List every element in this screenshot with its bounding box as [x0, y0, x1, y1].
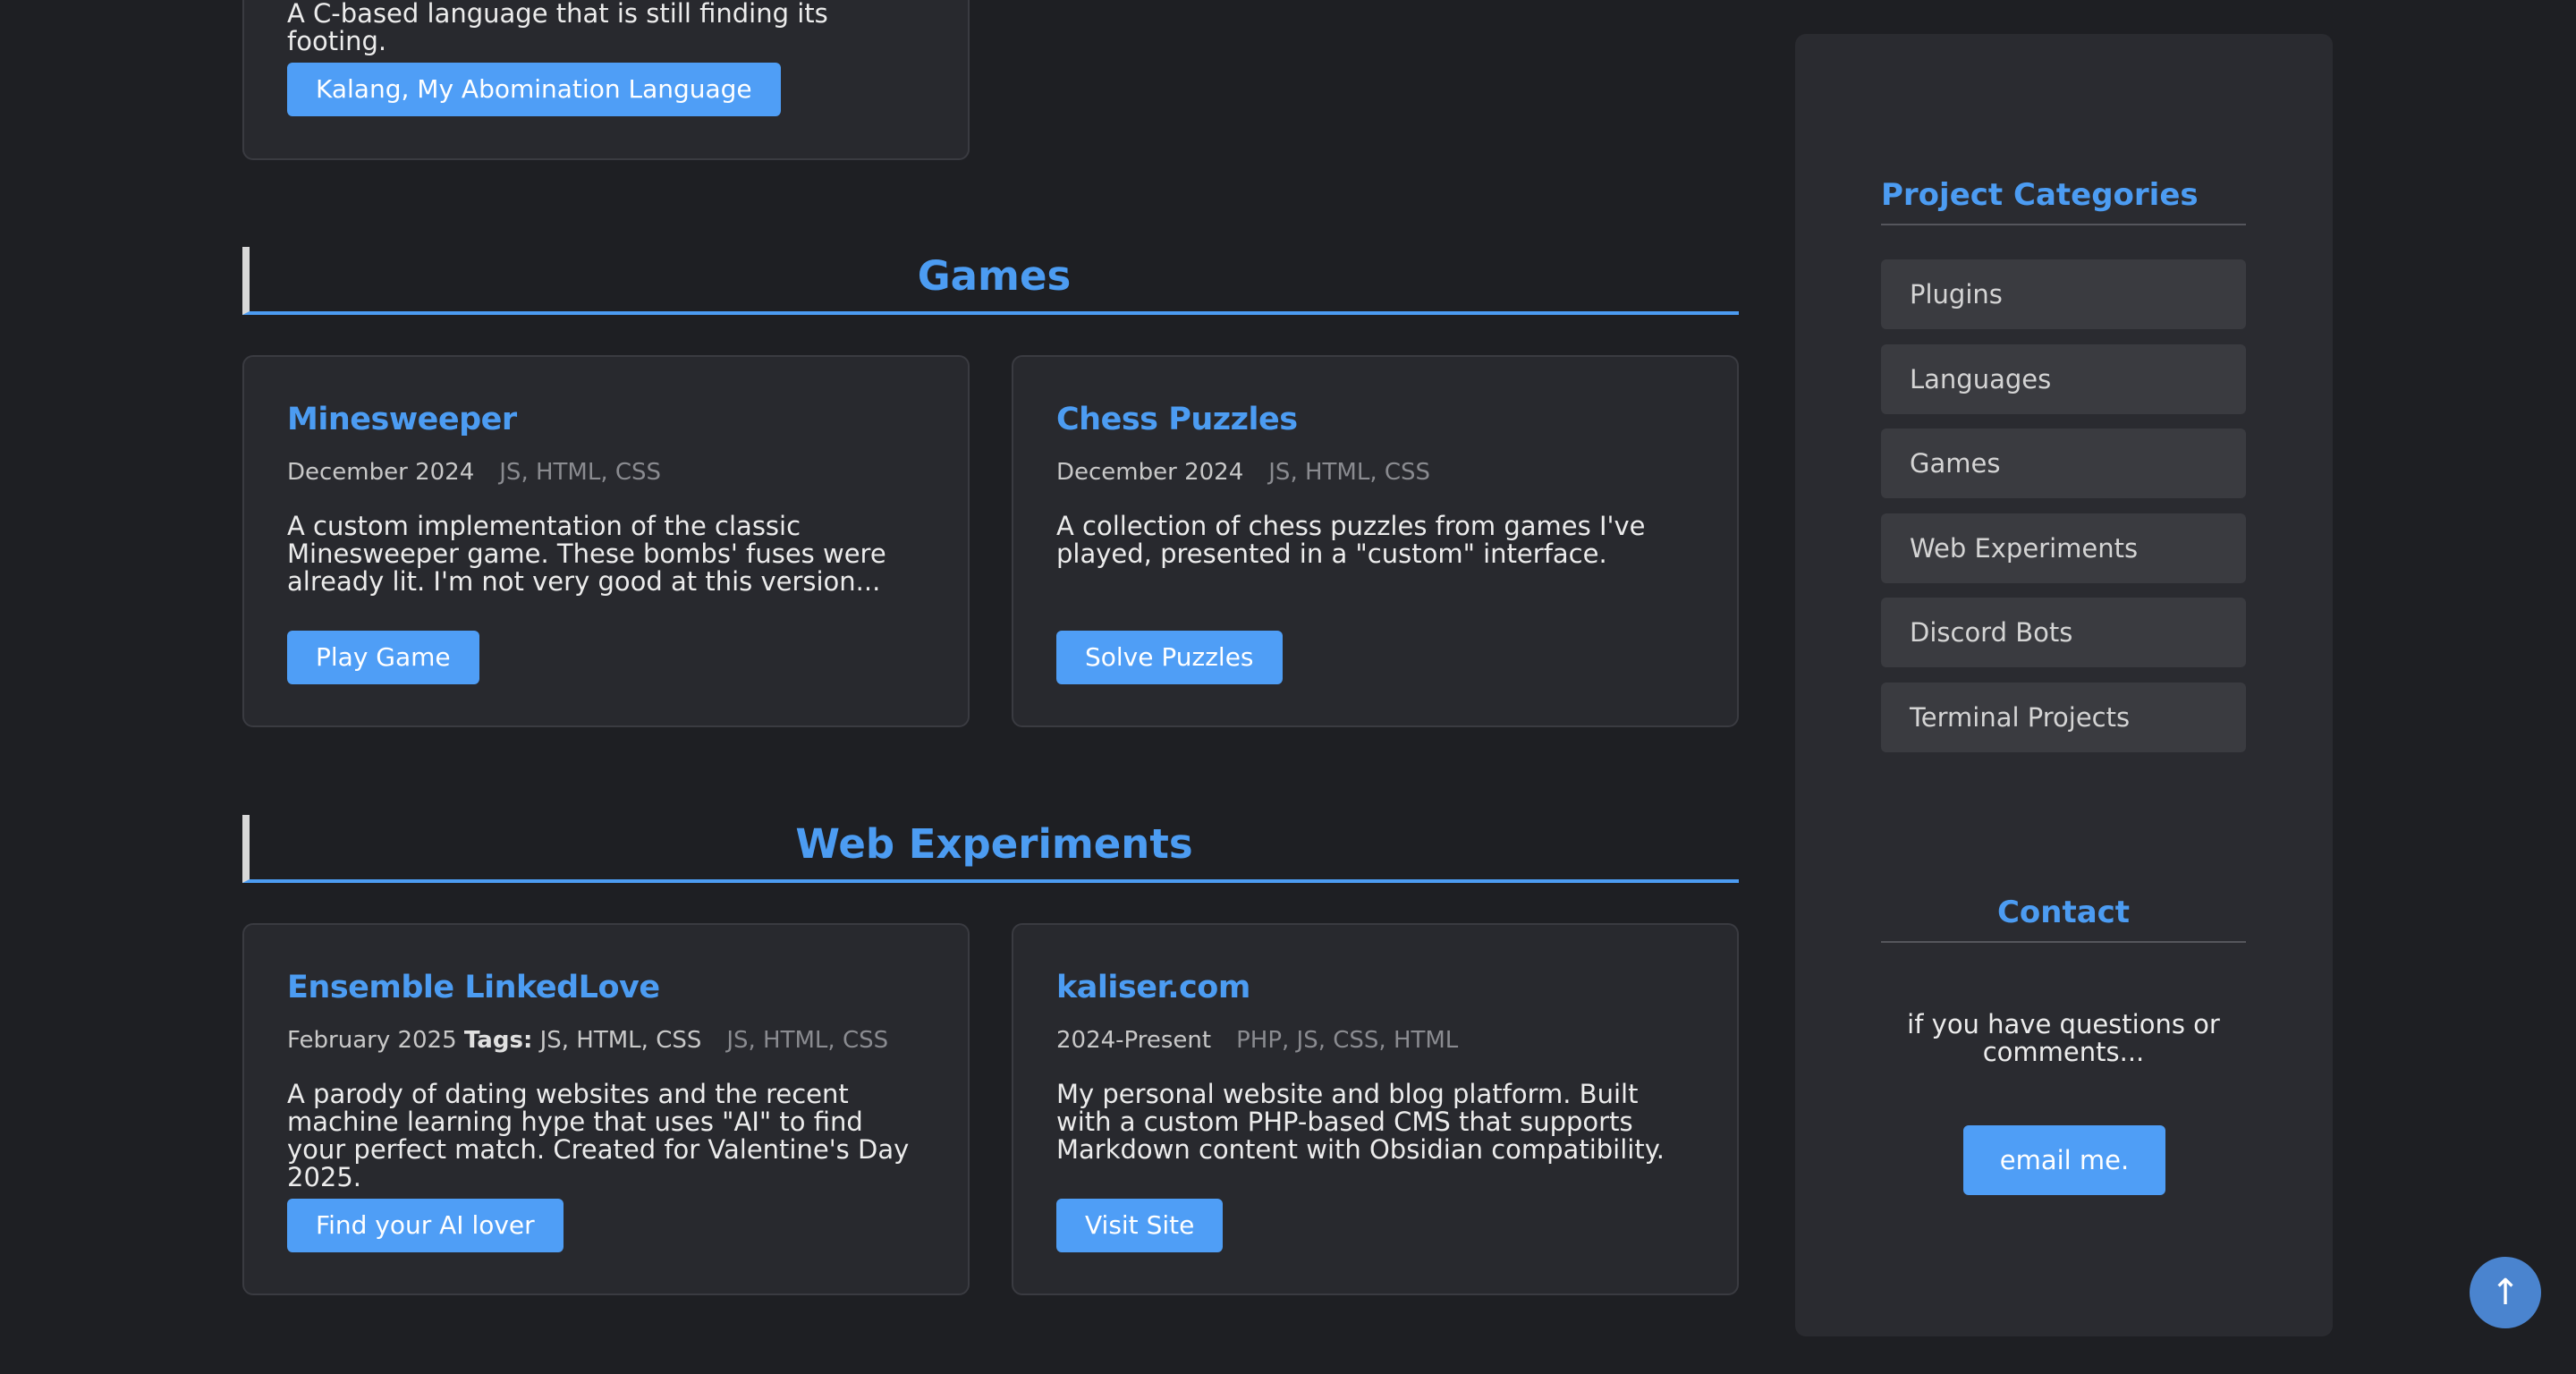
project-description: A collection of chess puzzles from games…: [1056, 511, 1646, 569]
project-tags: JS, HTML, CSS: [726, 1027, 889, 1054]
project-card-minesweeper: Minesweeper December 2024 JS, HTML, CSS A…: [242, 355, 970, 727]
play-game-button[interactable]: Play Game: [287, 631, 479, 684]
project-description: A parody of dating websites and the rece…: [287, 1079, 910, 1192]
project-card-chess-puzzles: Chess Puzzles December 2024 JS, HTML, CSS…: [1012, 355, 1739, 727]
section-title: Web Experiments: [795, 820, 1193, 868]
section-header-web-experiments: Web Experiments: [242, 815, 1739, 883]
contact-text: if you have questions or comments...: [1907, 1009, 2220, 1067]
arrow-up-icon: ↑: [2490, 1272, 2521, 1313]
category-plugins[interactable]: Plugins: [1881, 259, 2246, 329]
project-date: December 2024: [1056, 459, 1244, 486]
kalang-button[interactable]: Kalang, My Abomination Language: [287, 63, 781, 116]
category-terminal-projects[interactable]: Terminal Projects: [1881, 682, 2246, 752]
visit-site-button[interactable]: Visit Site: [1056, 1199, 1224, 1252]
inline-tags: JS, HTML, CSS: [539, 1027, 702, 1054]
project-date: December 2024: [287, 459, 475, 486]
project-tags: JS, HTML, CSS: [1268, 459, 1431, 486]
project-date: February 2025: [287, 1027, 457, 1054]
sidebar: Project Categories Plugins Languages Gam…: [1795, 34, 2333, 1336]
category-web-experiments[interactable]: Web Experiments: [1881, 513, 2246, 583]
project-meta: February 2025 Tags: JS, HTML, CSS JS, HTM…: [287, 1027, 888, 1054]
project-title[interactable]: Ensemble LinkedLove: [287, 970, 660, 1005]
project-title[interactable]: Chess Puzzles: [1056, 402, 1298, 437]
category-discord-bots[interactable]: Discord Bots: [1881, 598, 2246, 667]
project-description: A custom implementation of the classic M…: [287, 511, 886, 597]
project-card-ensemble-linkedlove: Ensemble LinkedLove February 2025 Tags: …: [242, 923, 970, 1295]
project-date: 2024-Present: [1056, 1027, 1212, 1054]
find-ai-lover-button[interactable]: Find your AI lover: [287, 1199, 564, 1252]
project-description: My personal website and blog platform. B…: [1056, 1079, 1665, 1165]
project-card-kaliser: kaliser.com 2024-Present PHP, JS, CSS, HT…: [1012, 923, 1739, 1295]
project-tags: JS, HTML, CSS: [499, 459, 662, 486]
page: A C-based language that is still finding…: [0, 0, 2576, 1374]
category-games[interactable]: Games: [1881, 428, 2246, 498]
project-title[interactable]: kaliser.com: [1056, 970, 1250, 1005]
inline-tags-label: Tags:: [463, 1027, 533, 1054]
scroll-to-top-button[interactable]: ↑: [2470, 1257, 2541, 1328]
section-title: Games: [917, 252, 1072, 300]
solve-puzzles-button[interactable]: Solve Puzzles: [1056, 631, 1283, 684]
project-card-kalang: A C-based language that is still finding…: [242, 0, 970, 160]
project-meta: 2024-Present PHP, JS, CSS, HTML: [1056, 1027, 1458, 1054]
contact-heading: Contact: [1881, 895, 2246, 943]
project-title[interactable]: Minesweeper: [287, 402, 517, 437]
project-description: A C-based language that is still finding…: [287, 0, 828, 56]
email-me-button[interactable]: email me.: [1963, 1125, 2165, 1195]
project-meta: December 2024 JS, HTML, CSS: [287, 459, 661, 486]
section-header-games: Games: [242, 247, 1739, 315]
project-meta: December 2024 JS, HTML, CSS: [1056, 459, 1430, 486]
project-tags: PHP, JS, CSS, HTML: [1236, 1027, 1459, 1054]
category-languages[interactable]: Languages: [1881, 344, 2246, 414]
category-list: Plugins Languages Games Web Experiments …: [1881, 259, 2246, 767]
project-categories-heading: Project Categories: [1881, 177, 2246, 225]
